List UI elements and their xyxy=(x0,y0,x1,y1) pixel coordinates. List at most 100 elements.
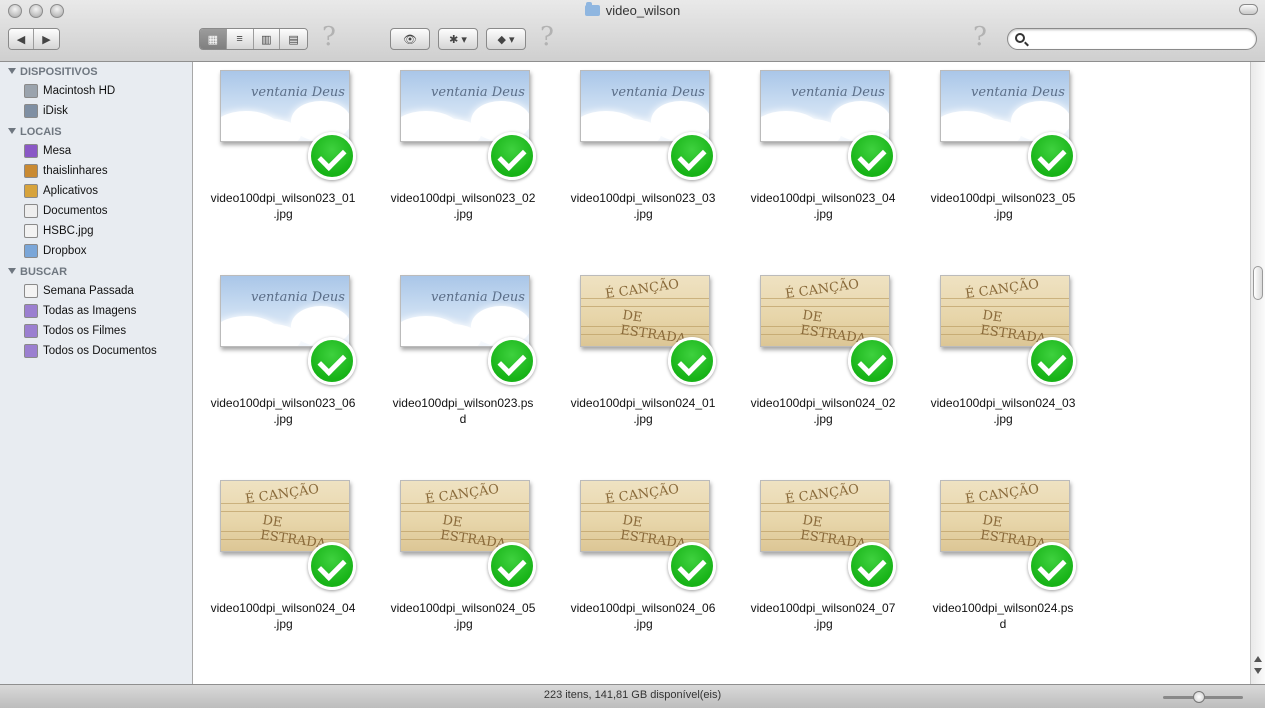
sidebar-section-header[interactable]: LOCAIS xyxy=(8,126,62,138)
clock-icon xyxy=(24,284,38,298)
file-name-line: video100dpi_wilson023.ps xyxy=(392,396,534,410)
file-name-line: video100dpi_wilson024_01 xyxy=(570,396,716,410)
sidebar-item[interactable]: Todas as Imagens xyxy=(24,301,136,321)
search-input[interactable] xyxy=(1030,31,1250,47)
file-name-line: .jpg xyxy=(813,617,833,631)
file-item[interactable]: É CANÇÃO DE ESTRADA video100dpi_wilson024_… xyxy=(553,267,733,467)
help-icon[interactable]: ? xyxy=(540,22,554,52)
window-title-text: video_wilson xyxy=(605,3,681,18)
sidebar-item[interactable]: iDisk xyxy=(24,101,68,121)
file-item[interactable]: É CANÇÃO DE ESTRADA video100dpi_wilson024_… xyxy=(913,267,1093,467)
dropbox-menu-button[interactable]: ◆ ▾ xyxy=(486,28,526,50)
disclosure-triangle-icon[interactable] xyxy=(8,68,16,74)
eye-icon: 👁 xyxy=(403,33,417,46)
sidebar-item[interactable]: Todos os Filmes xyxy=(24,321,126,341)
sand-line xyxy=(221,511,349,512)
file-item[interactable]: ventania Deus video100dpi_wilson023_04 .jp… xyxy=(733,62,913,262)
help-icon[interactable]: ? xyxy=(322,22,336,52)
file-name-line: d xyxy=(999,617,1007,631)
file-item[interactable]: ventania Deus video100dpi_wilson023_02 .jp… xyxy=(373,62,553,262)
disclosure-triangle-icon[interactable] xyxy=(8,268,16,274)
file-item[interactable]: ventania Deus video100dpi_wilson023_06 .jp… xyxy=(193,267,373,467)
forward-button[interactable]: ▶ xyxy=(34,29,59,49)
back-forward-control: ◀ ▶ xyxy=(8,28,60,50)
sidebar-item-label: Mesa xyxy=(43,145,72,157)
action-menu-button[interactable]: ✱ ▾ xyxy=(438,28,478,50)
scrollbar-thumb[interactable] xyxy=(1253,266,1263,300)
sidebar-section-header[interactable]: BUSCAR xyxy=(8,266,67,278)
file-name-line: .jpg xyxy=(453,617,473,631)
vertical-scrollbar[interactable] xyxy=(1250,62,1265,684)
file-item[interactable]: ventania Deus video100dpi_wilson023_01 .jp… xyxy=(193,62,373,262)
sidebar-section-header[interactable]: DISPOSITIVOS xyxy=(8,66,98,78)
sidebar-item[interactable]: Dropbox xyxy=(24,241,86,261)
applications-icon xyxy=(24,184,38,198)
sidebar-item[interactable]: Documentos xyxy=(24,201,108,221)
file-item[interactable]: ventania Deus video100dpi_wilson023_05 .jp… xyxy=(913,62,1093,262)
file-item[interactable]: É CANÇÃO DE ESTRADA video100dpi_wilson024.… xyxy=(913,472,1093,672)
idisk-icon xyxy=(24,104,38,118)
sidebar-item-label: Todos os Documentos xyxy=(43,345,157,357)
cloud-shape xyxy=(781,119,841,141)
file-name-line: video100dpi_wilson023_06 xyxy=(210,396,356,410)
scroll-up-arrow-icon[interactable] xyxy=(1254,656,1262,662)
sidebar-item-label: HSBC.jpg xyxy=(43,225,94,237)
sidebar-item[interactable]: Mesa xyxy=(24,141,71,161)
sand-line xyxy=(581,298,709,299)
sidebar-item[interactable]: Todos os Documentos xyxy=(24,341,157,361)
list-view-button[interactable]: ≡ xyxy=(226,29,254,49)
sand-line xyxy=(401,503,529,504)
quicklook-button[interactable]: 👁 xyxy=(390,28,430,50)
sidebar-item-label: thaislinhares xyxy=(43,165,108,177)
file-name-line: video100dpi_wilson023_05 xyxy=(930,191,1076,205)
file-item[interactable]: É CANÇÃO DE ESTRADA video100dpi_wilson024_… xyxy=(553,472,733,672)
toolbar-toggle-button[interactable] xyxy=(1239,4,1258,15)
sidebar-item[interactable]: thaislinhares xyxy=(24,161,108,181)
sidebar-item[interactable]: Aplicativos xyxy=(24,181,98,201)
sand-line xyxy=(941,511,1069,512)
coverflow-view-button[interactable]: ▤ xyxy=(280,29,307,49)
sync-check-icon xyxy=(1028,542,1076,590)
file-item[interactable]: É CANÇÃO DE ESTRADA video100dpi_wilson024_… xyxy=(733,472,913,672)
smart-folder-icon xyxy=(24,324,38,338)
disclosure-triangle-icon[interactable] xyxy=(8,128,16,134)
file-name-line: video100dpi_wilson024_05 xyxy=(390,601,536,615)
file-item[interactable]: É CANÇÃO DE ESTRADA video100dpi_wilson024_… xyxy=(193,472,373,672)
thumbnail-text: ventania Deus xyxy=(431,85,525,100)
file-name-line: .jpg xyxy=(813,207,833,221)
sidebar-item-label: Aplicativos xyxy=(43,185,98,197)
file-name-label: video100dpi_wilson024_06 .jpg xyxy=(553,600,733,632)
sand-line xyxy=(761,306,889,307)
file-item[interactable]: ventania Deus video100dpi_wilson023_03 .jp… xyxy=(553,62,733,262)
file-name-label: video100dpi_wilson024.ps d xyxy=(913,600,1093,632)
sidebar-item[interactable]: HSBC.jpg xyxy=(24,221,94,241)
column-view-button[interactable]: ▥ xyxy=(253,29,281,49)
back-button[interactable]: ◀ xyxy=(9,29,35,49)
sidebar-item[interactable]: Macintosh HD xyxy=(24,81,115,101)
file-name-label: video100dpi_wilson023.ps d xyxy=(373,395,553,427)
sync-check-icon xyxy=(488,132,536,180)
file-item[interactable]: É CANÇÃO DE ESTRADA video100dpi_wilson024_… xyxy=(373,472,553,672)
search-field[interactable] xyxy=(1007,28,1257,50)
sidebar-section-title: LOCAIS xyxy=(20,126,62,138)
file-item[interactable]: ventania Deus video100dpi_wilson023.ps d xyxy=(373,267,553,467)
sand-line xyxy=(941,503,1069,504)
icon-view-button[interactable]: ▦ xyxy=(200,29,227,49)
thumbnail-text: ventania Deus xyxy=(971,85,1065,100)
scroll-down-arrow-icon[interactable] xyxy=(1254,668,1262,674)
sidebar-item[interactable]: Semana Passada xyxy=(24,281,134,301)
cloud-shape xyxy=(241,324,301,346)
sync-check-icon xyxy=(668,542,716,590)
cloud-shape xyxy=(961,119,1021,141)
documents-icon xyxy=(24,204,38,218)
file-name-label: video100dpi_wilson024_03 .jpg xyxy=(913,395,1093,427)
file-name-label: video100dpi_wilson023_02 .jpg xyxy=(373,190,553,222)
help-icon[interactable]: ? xyxy=(973,22,987,52)
hard-drive-icon xyxy=(24,84,38,98)
file-name-label: video100dpi_wilson023_01 .jpg xyxy=(193,190,373,222)
file-name-label: video100dpi_wilson023_04 .jpg xyxy=(733,190,913,222)
sync-check-icon xyxy=(848,542,896,590)
file-item[interactable]: É CANÇÃO DE ESTRADA video100dpi_wilson024_… xyxy=(733,267,913,467)
window-title: video_wilson xyxy=(0,2,1265,18)
icon-size-slider-knob[interactable] xyxy=(1193,691,1205,703)
